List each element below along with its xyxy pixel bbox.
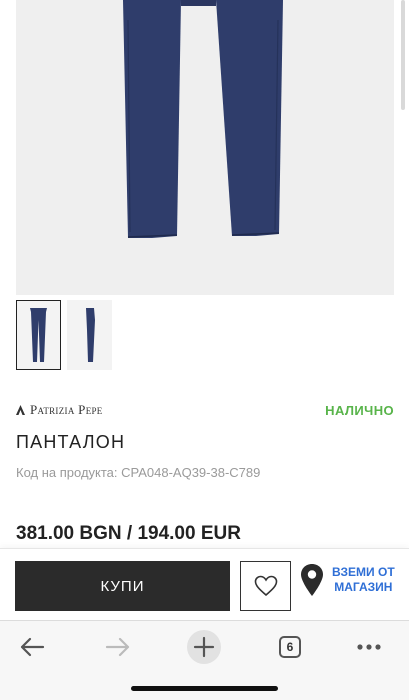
product-sku: Код на продукта: CPA048-AQ39-38-C789 xyxy=(16,465,261,480)
new-tab-button[interactable] xyxy=(184,630,224,664)
trousers-front-thumbnail-icon xyxy=(30,308,47,362)
store-pickup-label: ВЗЕМИ ОТ МАГАЗИН xyxy=(332,565,395,595)
product-price: 381.00 BGN / 194.00 EUR xyxy=(16,523,241,544)
location-pin-icon xyxy=(301,564,323,596)
heart-icon xyxy=(254,575,277,597)
buy-button[interactable]: КУПИ xyxy=(15,561,230,611)
back-button[interactable] xyxy=(12,631,52,663)
product-main-image[interactable] xyxy=(16,0,394,295)
image-scroll-indicator xyxy=(401,0,405,110)
new-tab-plus-icon xyxy=(187,630,221,664)
thumbnail-strip xyxy=(16,300,112,370)
buy-bar: КУПИ ВЗЕМИ ОТ МАГАЗИН xyxy=(0,548,409,620)
brand-name: Patrizia Pepe xyxy=(30,402,103,417)
trousers-side-thumbnail-icon xyxy=(86,308,95,362)
stock-status-badge: НАЛИЧНО xyxy=(325,402,394,418)
store-pickup-line2: МАГАЗИН xyxy=(334,580,393,594)
thumbnail-side[interactable] xyxy=(67,300,112,370)
trousers-image xyxy=(123,0,283,238)
store-pickup-link[interactable]: ВЗЕМИ ОТ МАГАЗИН xyxy=(300,563,395,597)
brand-logo-icon xyxy=(16,405,25,415)
store-pickup-line1: ВЗЕМИ ОТ xyxy=(332,565,395,579)
more-dots-icon xyxy=(357,644,381,650)
tabs-button[interactable]: 6 xyxy=(270,631,310,663)
tab-count: 6 xyxy=(286,640,294,654)
brand-row: Patrizia Pepe НАЛИЧНО xyxy=(16,402,394,418)
back-arrow-icon xyxy=(20,637,45,657)
thumbnail-front[interactable] xyxy=(16,300,61,370)
forward-arrow-icon xyxy=(105,637,130,657)
tabs-icon: 6 xyxy=(279,636,301,658)
home-indicator[interactable] xyxy=(131,686,278,691)
brand[interactable]: Patrizia Pepe xyxy=(16,402,103,418)
product-title: ПАНТАЛОН xyxy=(16,432,126,452)
more-menu-button[interactable] xyxy=(349,631,389,663)
wishlist-button[interactable] xyxy=(240,561,291,611)
forward-button[interactable] xyxy=(98,631,138,663)
